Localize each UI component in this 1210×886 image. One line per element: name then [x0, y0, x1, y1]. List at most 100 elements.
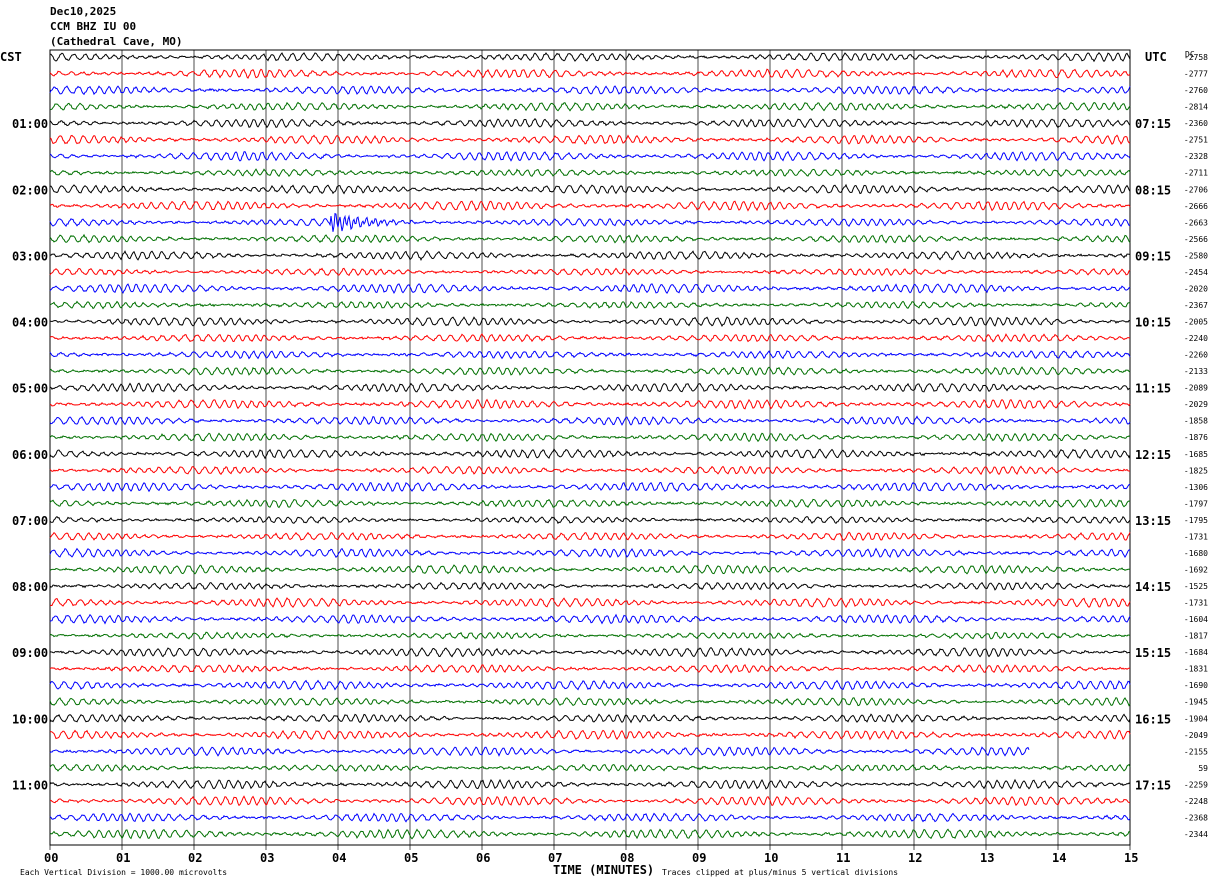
trace-line — [49, 283, 1131, 294]
dc-offset-label: -1692 — [1184, 565, 1208, 574]
trace-line — [49, 398, 1131, 410]
cst-hour-label: 05:00 — [12, 382, 48, 396]
utc-hour-label: 13:15 — [1135, 514, 1171, 528]
trace-line — [50, 52, 1131, 63]
x-tick-label: 07 — [548, 851, 562, 865]
trace-line — [49, 597, 1131, 609]
dc-offset-label: -1690 — [1184, 681, 1208, 690]
x-tick-label: 04 — [332, 851, 346, 865]
dc-offset-label: -1604 — [1184, 615, 1208, 624]
trace-line — [49, 812, 1131, 823]
x-tick-label: 12 — [908, 851, 922, 865]
trace-line — [49, 664, 1131, 674]
trace-line — [49, 300, 1131, 310]
dc-offset-label: -2155 — [1184, 747, 1208, 756]
cst-hour-label: 07:00 — [12, 514, 48, 528]
x-tick-label: 15 — [1124, 851, 1138, 865]
dc-offset-label: -2777 — [1184, 70, 1208, 79]
trace-line — [49, 713, 1131, 724]
x-tick-label: 02 — [188, 851, 202, 865]
trace-line — [49, 101, 1131, 112]
cst-hour-label: 01:00 — [12, 117, 48, 131]
trace-line — [49, 200, 1131, 212]
x-tick-label: 14 — [1052, 851, 1066, 865]
trace-line — [49, 316, 1131, 328]
dc-offset-label: -2133 — [1184, 367, 1208, 376]
x-tick-label: 13 — [980, 851, 994, 865]
dc-offset-label: -2751 — [1184, 136, 1208, 145]
dc-offset-label: -2706 — [1184, 185, 1208, 194]
helicorder: Dec10,2025 CCM BHZ IU 00 (Cathedral Cave… — [0, 0, 1210, 886]
trace-line — [49, 212, 1131, 232]
trace-line — [49, 581, 1131, 591]
utc-hour-label: 12:15 — [1135, 448, 1171, 462]
trace-line — [49, 564, 1131, 575]
dc-offset-label: -1525 — [1184, 582, 1208, 591]
cst-hour-label: 02:00 — [12, 183, 48, 197]
utc-hour-label: 17:15 — [1135, 778, 1171, 792]
dc-offset-label: -2368 — [1184, 813, 1208, 822]
dc-offset-label: -1876 — [1184, 433, 1208, 442]
trace-line — [49, 631, 1131, 640]
utc-hour-label: 16:15 — [1135, 712, 1171, 726]
utc-hour-label: 14:15 — [1135, 580, 1171, 594]
dc-offset-label: -1945 — [1184, 698, 1208, 707]
trace-line — [49, 150, 1131, 162]
trace-line — [49, 183, 1131, 195]
x-tick-label: 01 — [116, 851, 130, 865]
dc-offset-label: -2005 — [1184, 318, 1208, 327]
utc-hour-label: 09:15 — [1135, 249, 1171, 263]
dc-offset-label: -2814 — [1184, 103, 1208, 112]
trace-line — [49, 134, 1131, 145]
trace-line — [49, 679, 1131, 691]
trace-line — [49, 68, 1131, 80]
cst-hour-label: 06:00 — [12, 448, 48, 462]
x-axis-title: TIME (MINUTES) — [553, 863, 654, 877]
dc-offset-label: -2666 — [1184, 202, 1208, 211]
dc-offset-label: -2566 — [1184, 235, 1208, 244]
dc-offset-label: -1797 — [1184, 499, 1208, 508]
cst-hour-label: 09:00 — [12, 646, 48, 660]
x-tick-label: 11 — [836, 851, 850, 865]
trace-line — [49, 613, 1131, 625]
dc-offset-label: -1858 — [1184, 417, 1208, 426]
dc-offset-label: 59 — [1198, 764, 1208, 773]
trace-line — [49, 778, 1131, 790]
dc-offset-label: -1795 — [1184, 516, 1208, 525]
dc-offset-label: -1831 — [1184, 665, 1208, 674]
x-tick-label: 00 — [44, 851, 58, 865]
trace-line — [49, 432, 1131, 443]
dc-offset-label: -2360 — [1184, 119, 1208, 128]
dc-offset-label: -1685 — [1184, 450, 1208, 459]
x-tick-label: 09 — [692, 851, 706, 865]
dc-offset-label: -2663 — [1184, 218, 1208, 227]
trace-line — [49, 498, 1131, 509]
dc-offset-label: -1306 — [1184, 483, 1208, 492]
dc-offset-label: -1731 — [1184, 599, 1208, 608]
utc-hour-label: 10:15 — [1135, 316, 1171, 330]
dc-offset-label: -2020 — [1184, 284, 1208, 293]
utc-axis-title: UTC — [1145, 50, 1167, 64]
seismogram-plot: CST UTC DC TIME (MINUTES) Each Vertical … — [0, 49, 1208, 877]
cst-hour-label: 03:00 — [12, 249, 48, 263]
cst-axis-title: CST — [0, 50, 22, 64]
utc-hour-label: 07:15 — [1135, 117, 1171, 131]
cst-hour-label: 11:00 — [12, 778, 48, 792]
x-tick-label: 10 — [764, 851, 778, 865]
dc-offset-label: -2367 — [1184, 301, 1208, 310]
trace-line — [49, 646, 1131, 658]
trace-line — [49, 531, 1131, 542]
x-tick-label: 05 — [404, 851, 418, 865]
trace-line — [49, 250, 1131, 261]
cst-hour-label: 04:00 — [12, 316, 48, 330]
dc-offset-label: -1684 — [1184, 648, 1208, 657]
scale-note: Each Vertical Division = 1000.00 microvo… — [20, 868, 227, 877]
trace-line — [49, 415, 1131, 426]
dc-offset-label: -2260 — [1184, 351, 1208, 360]
dc-offset-label: -2248 — [1184, 797, 1208, 806]
dc-offset-label: -2344 — [1184, 830, 1208, 839]
dc-offset-label: -2089 — [1184, 384, 1208, 393]
trace-line — [49, 366, 1131, 376]
dc-offset-label: -2029 — [1184, 400, 1208, 409]
trace-line — [49, 729, 1131, 741]
